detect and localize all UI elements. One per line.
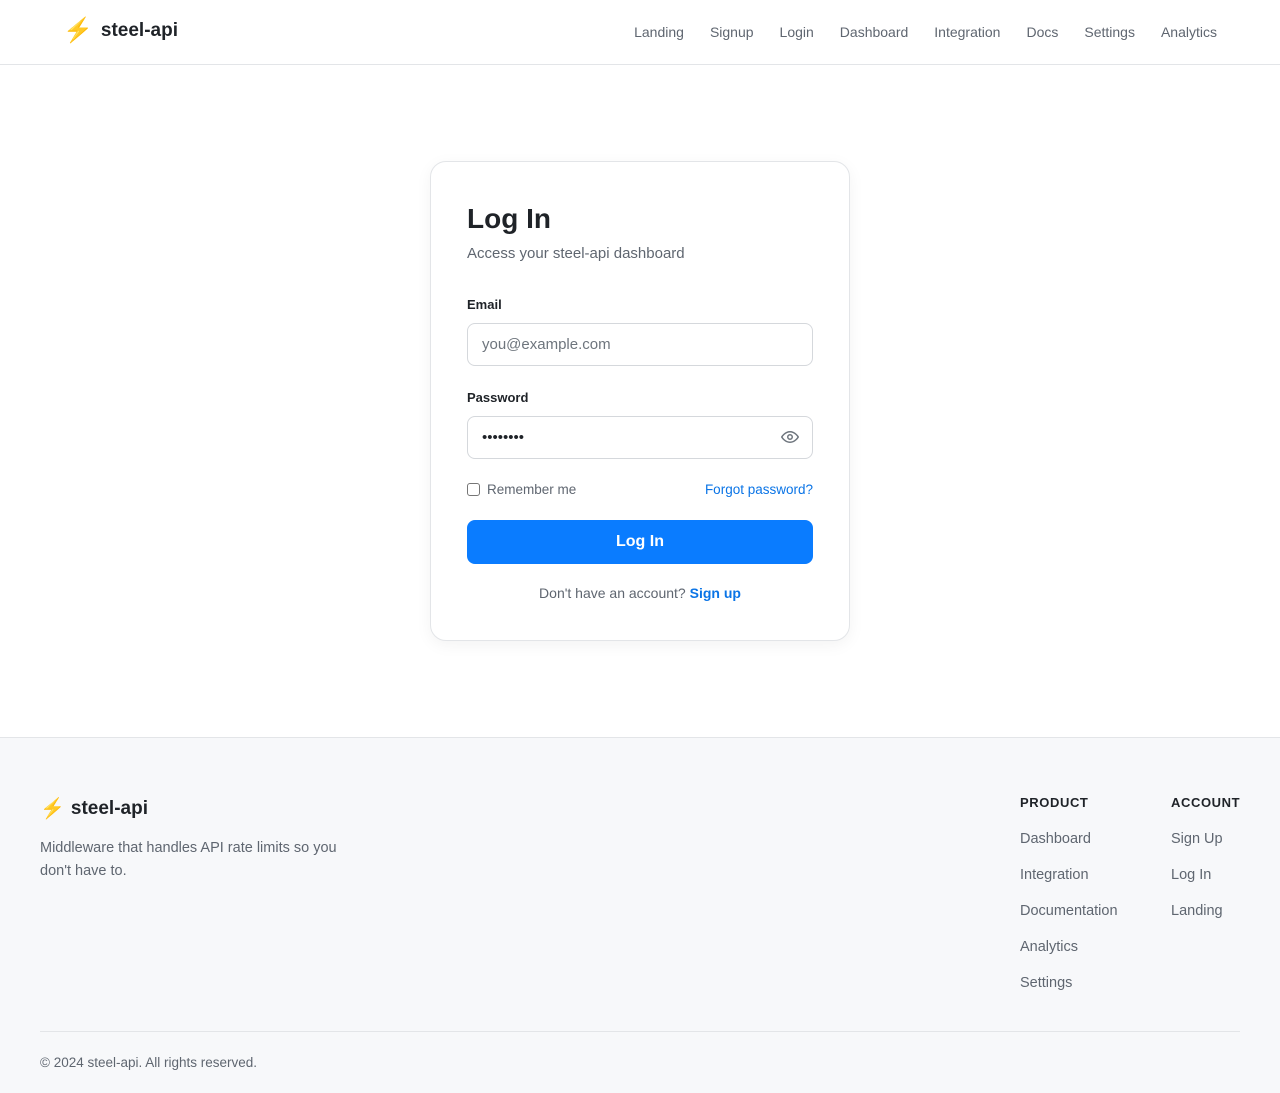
footer-logo[interactable]: ⚡ steel-api [40, 796, 148, 822]
footer-link-settings[interactable]: Settings [1020, 973, 1118, 1009]
footer-account-heading: ACCOUNT [1171, 795, 1241, 810]
remember-me-label: Remember me [487, 482, 577, 497]
footer-tagline: Middleware that handles API rate limits … [40, 840, 337, 879]
copyright: © 2024 steel-api. All rights reserved. [40, 1055, 258, 1070]
signup-prompt: Don't have an account? Sign up [467, 585, 813, 601]
footer-brand-name: steel-api [70, 798, 148, 819]
login-card: Log In Access your steel-api dashboard E… [430, 161, 850, 641]
password-field-wrap [467, 416, 813, 459]
eye-icon[interactable] [781, 428, 799, 446]
login-subtitle: Access your steel-api dashboard [467, 245, 685, 262]
footer-link-documentation[interactable]: Documentation [1020, 901, 1118, 937]
email-field-wrap [467, 323, 813, 366]
password-field[interactable] [467, 416, 813, 459]
site-footer: ⚡ steel-api Middleware that handles API … [0, 737, 1280, 1093]
footer-product-column: PRODUCT Dashboard Integration Documentat… [1020, 795, 1118, 1009]
remember-me[interactable]: Remember me [467, 482, 576, 497]
header-logo[interactable]: ⚡ steel-api [63, 16, 178, 46]
footer-divider [40, 1031, 1240, 1032]
login-title: Log In [467, 203, 551, 234]
nav-signup[interactable]: Signup [710, 24, 754, 40]
lightning-bolt-icon: ⚡ [63, 17, 93, 44]
nav-dashboard[interactable]: Dashboard [840, 24, 909, 40]
nav-settings[interactable]: Settings [1084, 24, 1135, 40]
nav-landing[interactable]: Landing [634, 24, 684, 40]
nav-integration[interactable]: Integration [934, 24, 1000, 40]
nav-docs[interactable]: Docs [1026, 24, 1058, 40]
no-account-text: Don't have an account? [539, 585, 686, 601]
email-label: Email [467, 297, 502, 312]
footer-product-heading: PRODUCT [1020, 795, 1089, 810]
lightning-bolt-icon: ⚡ [40, 798, 65, 820]
brand-name: steel-api [100, 20, 178, 41]
login-options-row: Remember me Forgot password? [467, 481, 813, 498]
login-button[interactable]: Log In [467, 520, 813, 564]
footer-link-dashboard[interactable]: Dashboard [1020, 829, 1118, 865]
signup-link[interactable]: Sign up [690, 585, 741, 601]
password-label: Password [467, 390, 529, 405]
footer-link-integration[interactable]: Integration [1020, 865, 1118, 901]
footer-link-log-in[interactable]: Log In [1171, 865, 1240, 901]
site-header: ⚡ steel-api Landing Signup Login Dashboa… [0, 0, 1280, 65]
nav-analytics[interactable]: Analytics [1161, 24, 1217, 40]
footer-account-column: ACCOUNT Sign Up Log In Landing [1171, 795, 1240, 937]
footer-link-analytics[interactable]: Analytics [1020, 937, 1118, 973]
main-nav: Landing Signup Login Dashboard Integrati… [634, 0, 1217, 64]
footer-link-landing[interactable]: Landing [1171, 901, 1240, 937]
email-field[interactable] [467, 323, 813, 366]
remember-me-checkbox[interactable] [467, 483, 480, 496]
footer-link-sign-up[interactable]: Sign Up [1171, 829, 1240, 865]
nav-login[interactable]: Login [780, 24, 814, 40]
forgot-password-link[interactable]: Forgot password? [705, 482, 813, 497]
